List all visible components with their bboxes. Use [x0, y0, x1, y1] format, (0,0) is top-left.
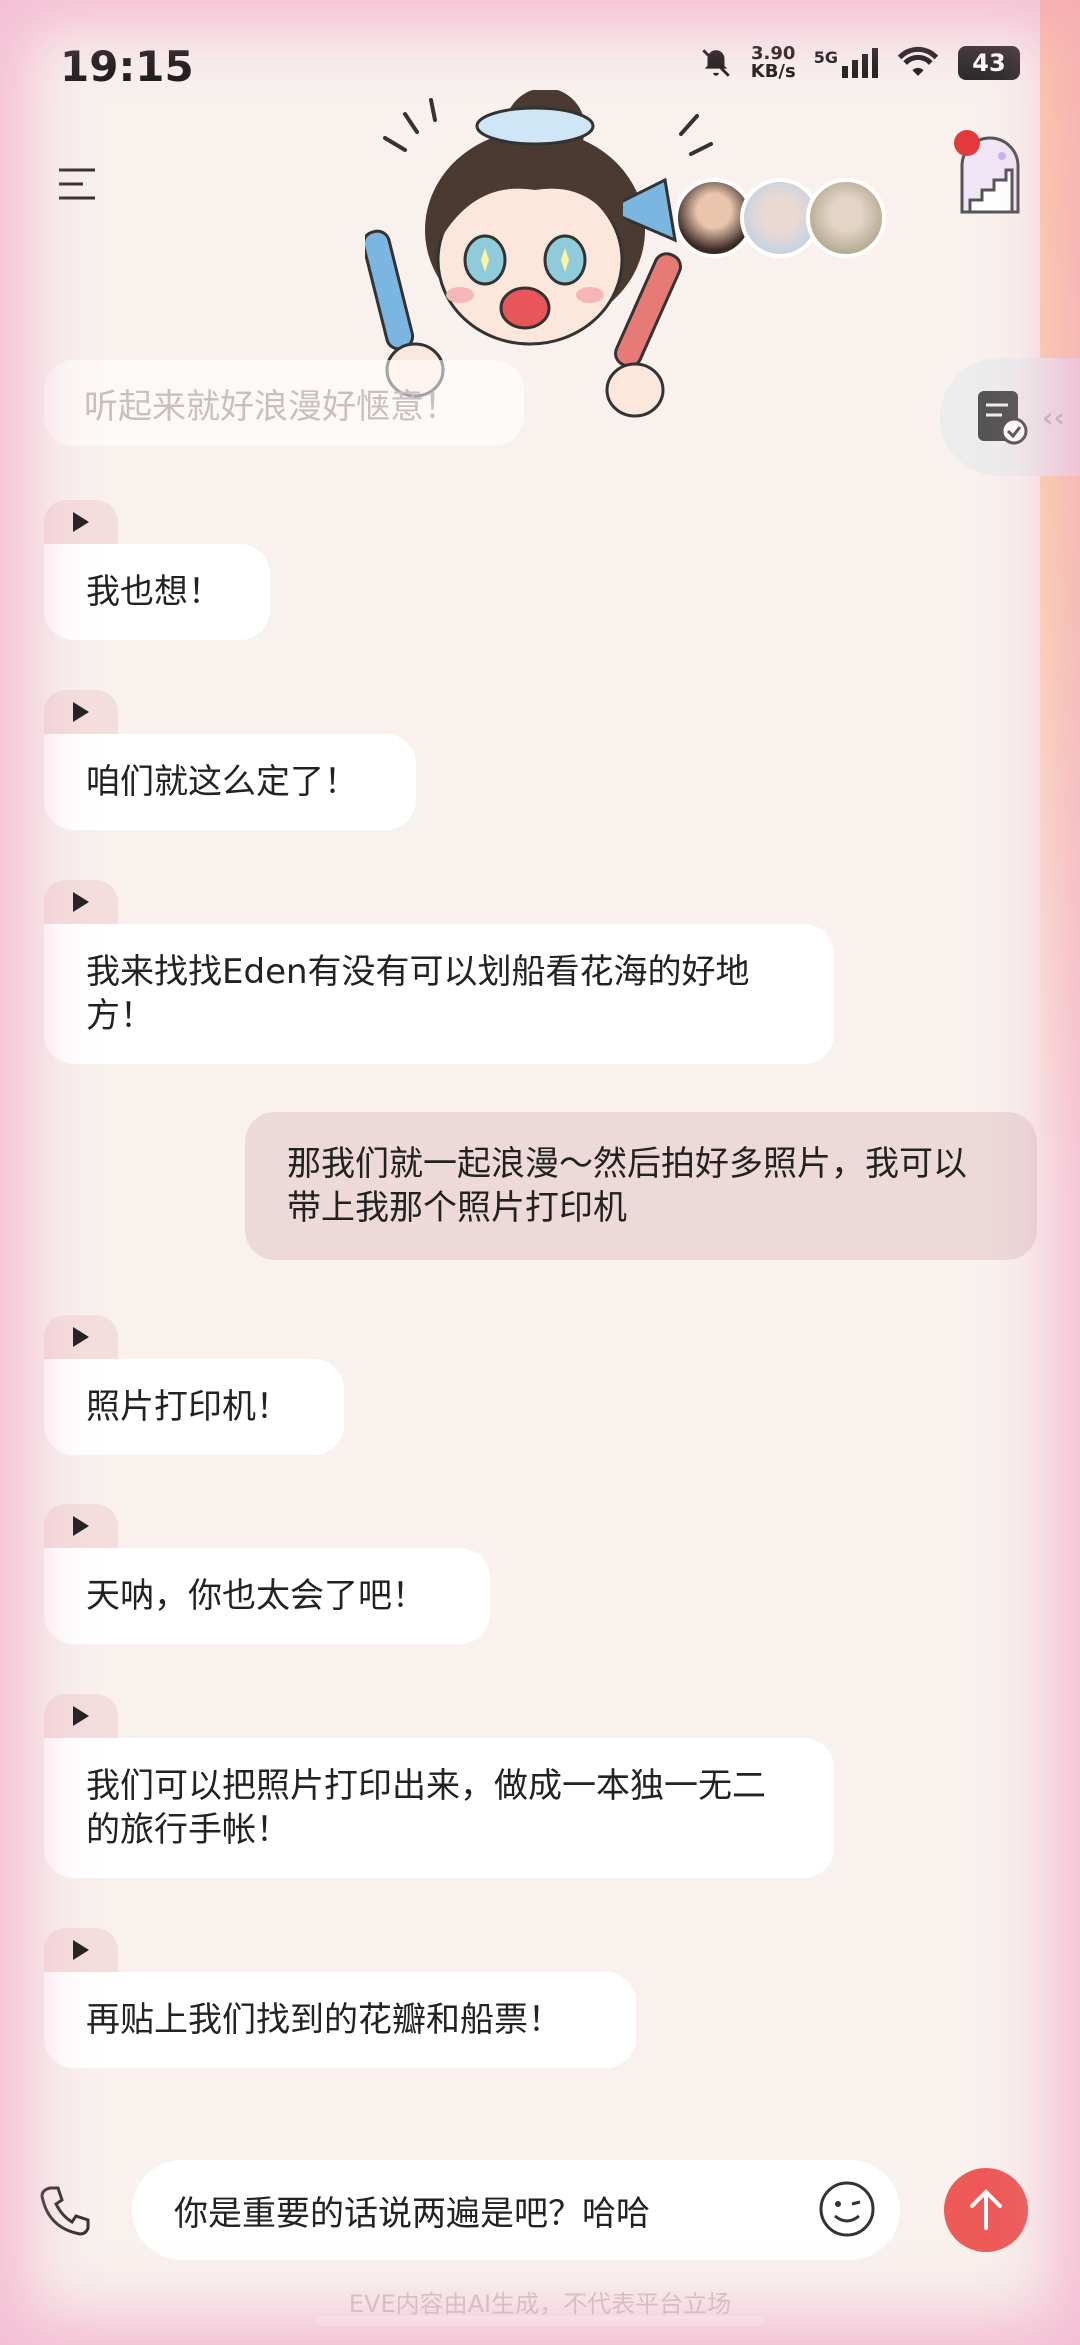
status-time: 19:15 — [60, 42, 194, 91]
voice-play-button[interactable] — [44, 1694, 118, 1738]
net-speed-unit: KB/s — [750, 61, 796, 82]
message-input[interactable]: 你是重要的话说两遍是吧？哈哈 — [132, 2160, 900, 2260]
battery-icon: 43 — [958, 46, 1020, 80]
ai-message: 咱们就这么定了！ — [44, 690, 416, 830]
chevrons-left-icon: ‹‹ — [1042, 400, 1066, 434]
arrow-up-icon — [970, 2189, 1002, 2230]
voice-play-button[interactable] — [44, 1504, 118, 1548]
memo-check-icon — [978, 391, 1028, 445]
voice-play-button[interactable] — [44, 1315, 118, 1359]
network-type: 5G — [813, 48, 838, 67]
home-indicator[interactable] — [315, 2316, 765, 2326]
ai-message: 我们可以把照片打印出来，做成一本独一无二的旅行手帐！ — [44, 1694, 834, 1878]
send-button[interactable] — [944, 2168, 1028, 2252]
play-icon — [73, 1327, 89, 1347]
ai-bubble: 再贴上我们找到的花瓣和船票！ — [44, 1972, 636, 2068]
net-speed: 3.90 KB/s — [751, 45, 796, 81]
menu-icon[interactable] — [55, 160, 103, 208]
ai-disclaimer: EVE内容由AI生成，不代表平台立场 — [348, 2290, 732, 2318]
play-icon — [73, 512, 89, 532]
ai-bubble: 咱们就这么定了！ — [44, 734, 416, 830]
status-icons: 3.90 KB/s 5G 43 — [699, 45, 1020, 81]
voice-play-button[interactable] — [44, 690, 118, 734]
avatar[interactable] — [806, 178, 886, 258]
ai-bubble: 天呐，你也太会了吧！ — [44, 1548, 490, 1644]
ai-bubble: 我来找找Eden有没有可以划船看花海的好地方！ — [44, 924, 834, 1064]
phone-icon[interactable] — [36, 2182, 94, 2240]
play-icon — [73, 1516, 89, 1536]
ai-message: 照片打印机！ — [44, 1315, 344, 1455]
ai-bubble: 我也想！ — [44, 544, 270, 640]
ai-message: 天呐，你也太会了吧！ — [44, 1504, 490, 1644]
composer: 你是重要的话说两遍是吧？哈哈 — [0, 2150, 1080, 2270]
voice-play-button[interactable] — [44, 880, 118, 924]
voice-play-button[interactable] — [44, 1928, 118, 1972]
ai-bubble: 照片打印机！ — [44, 1359, 344, 1455]
cell-signal-icon: 5G — [814, 48, 878, 78]
ai-message: 我也想！ — [44, 500, 270, 640]
ai-message: 再贴上我们找到的花瓣和船票！ — [44, 1928, 636, 2068]
memo-panel-handle[interactable]: ‹‹ — [940, 358, 1080, 476]
play-icon — [73, 1706, 89, 1726]
ai-message: 我来找找Eden有没有可以划船看花海的好地方！ — [44, 880, 834, 1064]
faded-message: 听起来就好浪漫好惬意！ — [44, 360, 524, 446]
play-icon — [73, 702, 89, 722]
ai-bubble: 我们可以把照片打印出来，做成一本独一无二的旅行手帐！ — [44, 1738, 834, 1878]
user-bubble: 那我们就一起浪漫～然后拍好多照片，我可以带上我那个照片打印机 — [245, 1112, 1037, 1260]
emoji-icon[interactable] — [818, 2180, 876, 2238]
notification-dot — [954, 130, 980, 156]
play-icon — [73, 1940, 89, 1960]
play-icon — [73, 892, 89, 912]
voice-play-button[interactable] — [44, 500, 118, 544]
bell-muted-icon — [702, 49, 730, 77]
wifi-icon — [897, 46, 939, 76]
